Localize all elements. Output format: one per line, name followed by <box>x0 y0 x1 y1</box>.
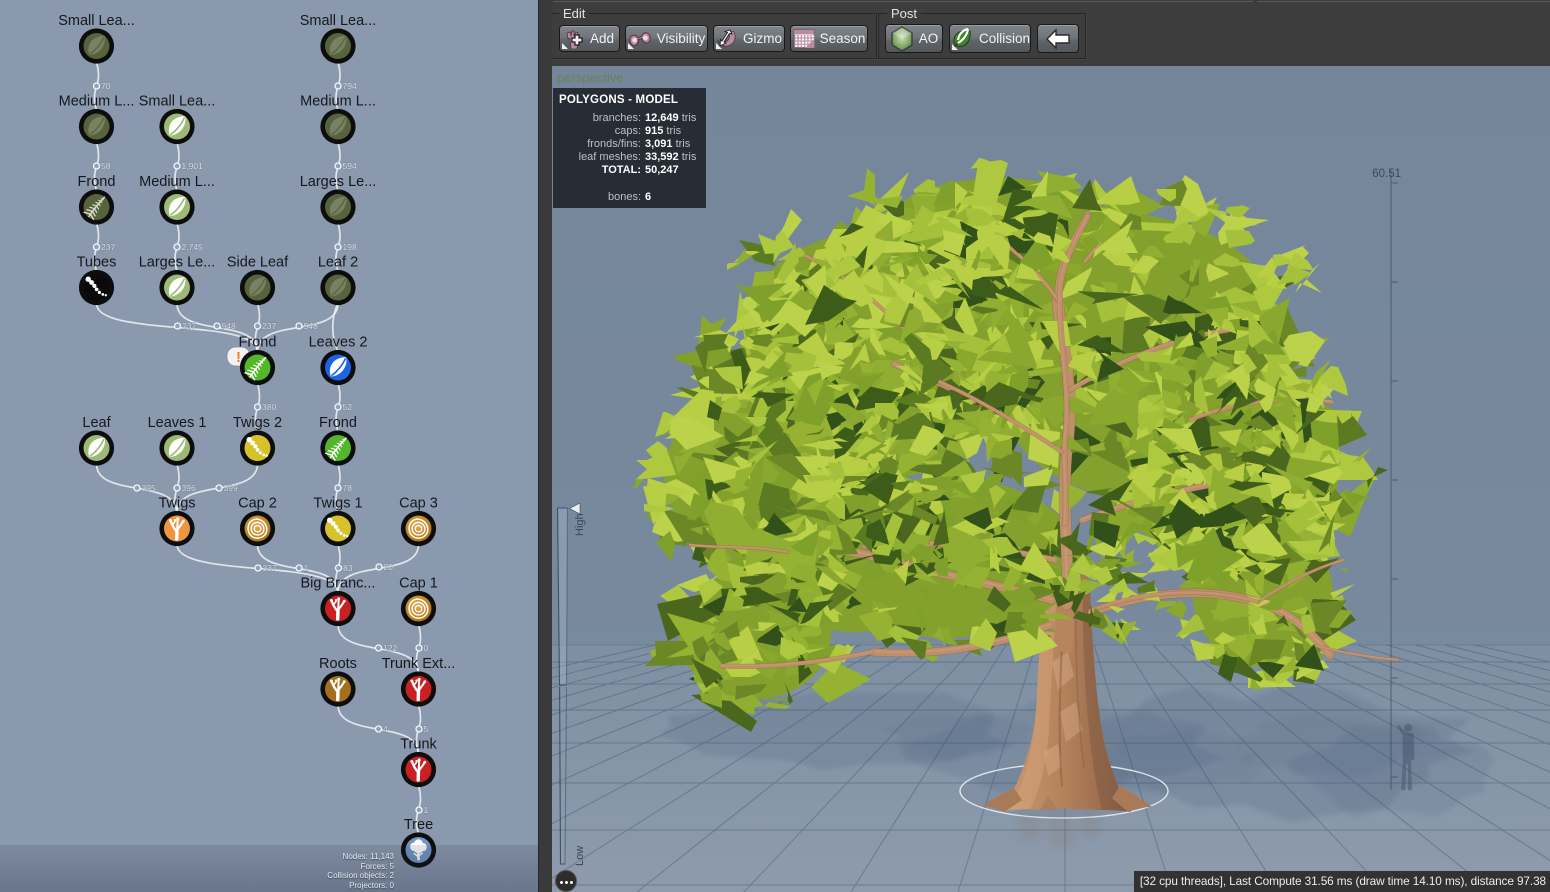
svg-text:High: High <box>574 513 586 536</box>
svg-text:Leaves 2: Leaves 2 <box>309 335 368 351</box>
svg-text:5: 5 <box>424 724 429 734</box>
svg-text:Small Lea...: Small Lea... <box>300 13 377 29</box>
svg-text:52: 52 <box>343 402 353 412</box>
svg-text:Larges Le...: Larges Le... <box>139 255 216 271</box>
svg-text:Cap 1: Cap 1 <box>399 576 438 592</box>
svg-text:4: 4 <box>383 724 388 734</box>
svg-text:337: 337 <box>263 563 277 573</box>
svg-text:Low: Low <box>574 846 586 866</box>
svg-text:Small Lea...: Small Lea... <box>139 94 216 110</box>
svg-text:Tubes: Tubes <box>77 255 117 271</box>
svg-text:Frond: Frond <box>319 415 357 431</box>
svg-text:395: 395 <box>142 483 156 493</box>
svg-text:Trunk Ext...: Trunk Ext... <box>382 656 456 672</box>
svg-text:380: 380 <box>262 402 276 412</box>
svg-text:Frond: Frond <box>78 174 116 190</box>
svg-text:Leaf 2: Leaf 2 <box>318 255 358 271</box>
svg-text:396: 396 <box>182 483 196 493</box>
svg-text:237: 237 <box>101 242 115 252</box>
svg-text:Medium L...: Medium L... <box>59 94 135 110</box>
svg-text:198: 198 <box>343 242 357 252</box>
svg-text:594: 594 <box>343 161 357 171</box>
svg-text:78: 78 <box>343 483 353 493</box>
svg-text:1: 1 <box>424 805 429 815</box>
svg-text:Larges Le...: Larges Le... <box>300 174 377 190</box>
svg-text:Medium L...: Medium L... <box>139 174 215 190</box>
svg-text:Roots: Roots <box>319 656 357 672</box>
svg-text:Trunk: Trunk <box>400 737 437 753</box>
svg-text:Twigs 1: Twigs 1 <box>313 496 362 512</box>
svg-text:1,901: 1,901 <box>182 161 204 171</box>
svg-text:0: 0 <box>424 643 429 653</box>
svg-text:60.51: 60.51 <box>1372 168 1401 180</box>
svg-text:Frond: Frond <box>239 335 277 351</box>
svg-text:794: 794 <box>343 81 357 91</box>
svg-text:20: 20 <box>384 562 394 572</box>
svg-text:Medium L...: Medium L... <box>300 94 376 110</box>
svg-text:!: ! <box>236 349 241 366</box>
svg-text:122: 122 <box>383 643 397 653</box>
svg-text:Leaves 1: Leaves 1 <box>148 415 207 431</box>
svg-text:Cap 3: Cap 3 <box>399 496 438 512</box>
svg-text:Side Leaf: Side Leaf <box>227 255 289 271</box>
svg-text:948: 948 <box>222 321 236 331</box>
svg-text:237: 237 <box>262 321 276 331</box>
svg-text:237: 237 <box>182 321 196 331</box>
svg-text:948: 948 <box>304 321 318 331</box>
svg-text:2,745: 2,745 <box>182 242 204 252</box>
svg-text:Small Lea...: Small Lea... <box>58 13 135 29</box>
svg-text:Tree: Tree <box>404 817 433 833</box>
svg-text:Big Branc...: Big Branc... <box>301 576 376 592</box>
svg-text:1: 1 <box>304 563 309 573</box>
svg-text:70: 70 <box>101 81 111 91</box>
svg-text:83: 83 <box>343 563 353 573</box>
svg-text:Leaf: Leaf <box>82 415 111 431</box>
svg-text:Cap 2: Cap 2 <box>238 496 277 512</box>
svg-text:Twigs 2: Twigs 2 <box>233 415 282 431</box>
svg-text:58: 58 <box>101 161 111 171</box>
svg-text:399: 399 <box>224 483 238 493</box>
svg-text:Twigs: Twigs <box>158 496 195 512</box>
